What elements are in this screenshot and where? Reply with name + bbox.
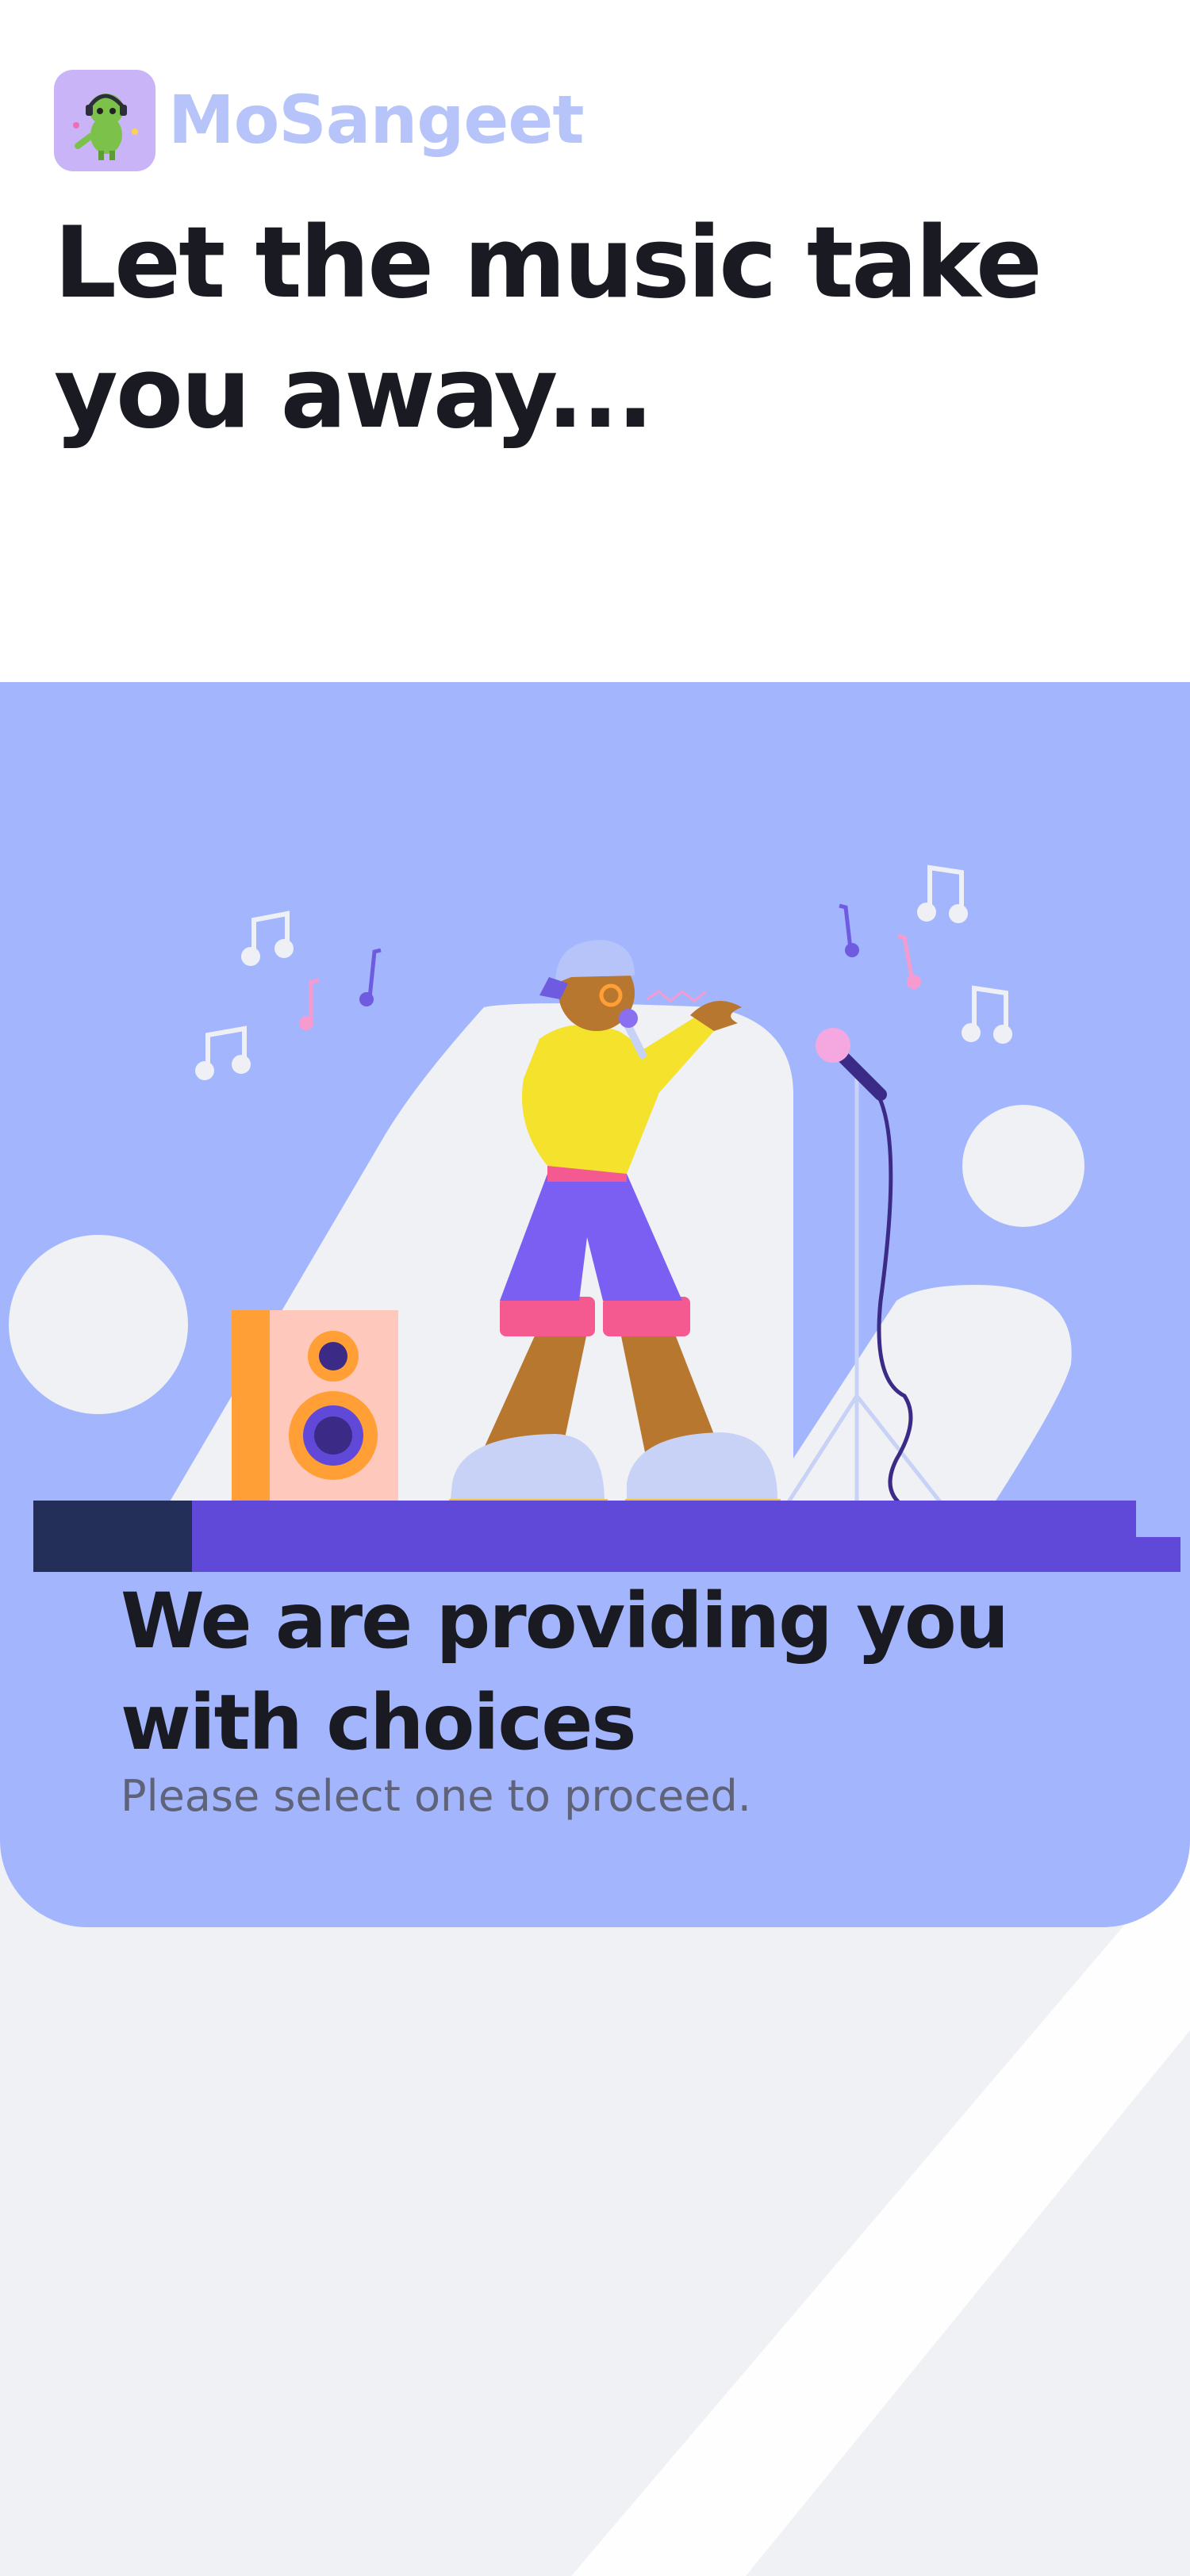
page-headline: Let the music take you away... (54, 206, 1042, 450)
card-title: We are providing you with choices (121, 1577, 1009, 1767)
app-name: MoSangeet (168, 81, 585, 159)
header-area: MoSangeet Let the music take you away... (0, 0, 1190, 682)
card-subtitle: Please select one to proceed. (121, 1771, 751, 1821)
hero-card: We are providing you with choices Please… (0, 682, 1190, 1927)
singer-illustration (9, 864, 1180, 1572)
app-logo-icon (54, 70, 155, 171)
